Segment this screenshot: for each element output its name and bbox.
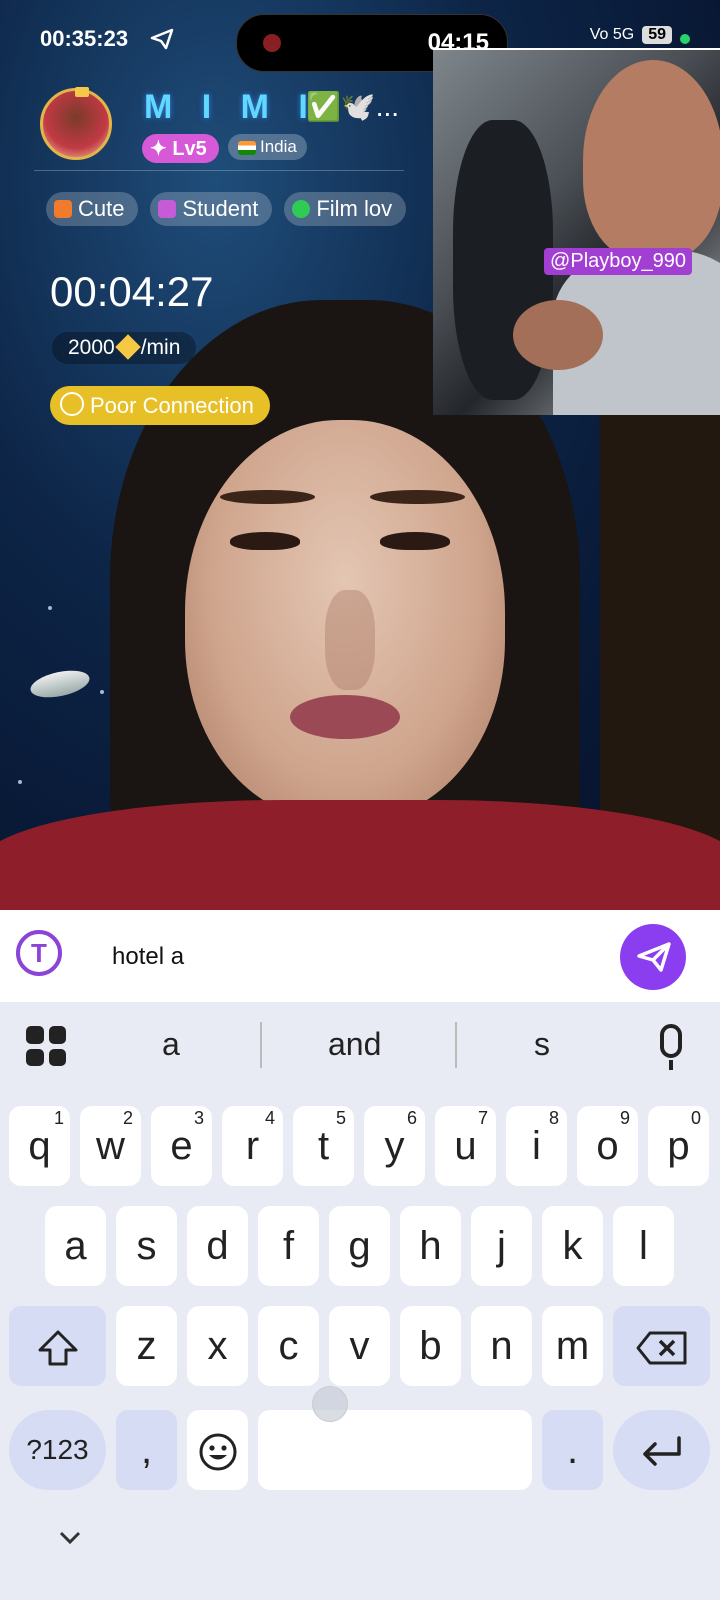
self-video-pip[interactable]: @Playboy_990 — [433, 48, 720, 415]
star-decoration — [100, 690, 104, 694]
battery-indicator: 59 — [642, 26, 672, 44]
star-decoration — [18, 780, 22, 784]
message-composer: T — [0, 910, 720, 1002]
apps-grid-icon[interactable] — [26, 1026, 66, 1066]
diamond-icon — [114, 334, 141, 360]
period-key[interactable]: . — [542, 1410, 603, 1490]
privacy-dot-icon — [680, 34, 690, 44]
backspace-key[interactable] — [613, 1306, 710, 1386]
key-v[interactable]: v — [329, 1306, 390, 1386]
paper-plane-icon — [637, 942, 671, 972]
key-d[interactable]: d — [187, 1206, 248, 1286]
tag-student: Student — [150, 192, 273, 226]
shift-icon — [38, 1330, 77, 1366]
key-p[interactable]: p0 — [648, 1106, 709, 1186]
watermark-username: @Playboy_990 — [544, 248, 692, 275]
key-x[interactable]: x — [187, 1306, 248, 1386]
key-e[interactable]: e3 — [151, 1106, 212, 1186]
suggestion-and[interactable]: and — [328, 1026, 381, 1063]
tag-cute: Cute — [46, 192, 139, 226]
name-emoji: ✅🕊️... — [306, 91, 400, 122]
message-input[interactable] — [110, 936, 574, 978]
student-icon — [158, 200, 177, 218]
globe-icon — [60, 392, 84, 416]
key-h[interactable]: h — [400, 1206, 461, 1286]
touch-indicator — [312, 1386, 348, 1422]
key-n[interactable]: n — [471, 1306, 532, 1386]
country-badge: India — [228, 134, 307, 160]
key-t[interactable]: t5 — [293, 1106, 354, 1186]
send-button[interactable] — [620, 924, 686, 990]
suggestion-s[interactable]: s — [534, 1026, 550, 1063]
key-o[interactable]: o9 — [577, 1106, 638, 1186]
key-a[interactable]: a — [45, 1206, 106, 1286]
symbols-key[interactable]: ?123 — [9, 1410, 106, 1490]
tag-film-lover: Film lov — [284, 192, 407, 226]
key-i[interactable]: i8 — [506, 1106, 567, 1186]
key-l[interactable]: l — [613, 1206, 674, 1286]
backspace-icon — [636, 1331, 686, 1365]
star-decoration — [48, 606, 52, 610]
key-g[interactable]: g — [329, 1206, 390, 1286]
comma-key[interactable]: , — [116, 1410, 177, 1490]
suggestion-strip: a and s — [0, 1002, 720, 1088]
key-s[interactable]: s — [116, 1206, 177, 1286]
key-k[interactable]: k — [542, 1206, 603, 1286]
system-icons: Vo 5G 59 — [590, 26, 690, 44]
clothing — [0, 800, 720, 910]
level-label: Lv5 — [172, 138, 207, 160]
telegram-icon — [150, 28, 174, 50]
key-z[interactable]: z — [116, 1306, 177, 1386]
key-q[interactable]: q1 — [9, 1106, 70, 1186]
record-dot-icon — [263, 34, 281, 52]
connection-label: Poor Connection — [90, 393, 254, 418]
network-label: Vo 5G — [589, 26, 635, 43]
key-r[interactable]: r4 — [222, 1106, 283, 1186]
enter-icon — [642, 1436, 681, 1467]
avatar[interactable] — [40, 87, 112, 160]
caller-name: M I M I — [144, 88, 318, 126]
country-label: India — [260, 137, 297, 156]
emoji-key[interactable] — [187, 1410, 248, 1490]
suggestion-a[interactable]: a — [162, 1026, 180, 1063]
key-u[interactable]: u7 — [435, 1106, 496, 1186]
key-f[interactable]: f — [258, 1206, 319, 1286]
caller-profile-card: M I M I ✅🕊️... ✦ Lv5 India Cute Student … — [34, 82, 409, 242]
rate-unit: /min — [140, 336, 181, 359]
key-y[interactable]: y6 — [364, 1106, 425, 1186]
translate-icon[interactable]: T — [16, 930, 62, 976]
divider — [34, 170, 404, 171]
key-w[interactable]: w2 — [80, 1106, 141, 1186]
india-flag-icon — [238, 140, 256, 155]
shift-key[interactable] — [9, 1306, 106, 1386]
key-c[interactable]: c — [258, 1306, 319, 1386]
rate-amount: 2000 — [68, 336, 115, 359]
connection-status-badge: Poor Connection — [50, 386, 270, 425]
level-badge: ✦ Lv5 — [142, 134, 219, 163]
ufo-decoration — [28, 666, 92, 702]
keyboard: a and s q1 w2 e3 r4 t5 y6 u7 i8 o9 p0 a … — [0, 1002, 720, 1600]
crown-icon — [75, 87, 89, 97]
interest-tags: Cute Student Film lov — [46, 192, 431, 226]
microphone-icon[interactable] — [660, 1024, 682, 1058]
key-m[interactable]: m — [542, 1306, 603, 1386]
call-timer: 00:04:27 — [50, 268, 214, 315]
clock: 00:35:23 — [40, 26, 129, 51]
key-b[interactable]: b — [400, 1306, 461, 1386]
enter-key[interactable] — [613, 1410, 710, 1490]
emoji-icon — [199, 1433, 236, 1471]
call-rate: 2000/min — [52, 332, 197, 364]
space-key[interactable] — [258, 1410, 532, 1490]
key-j[interactable]: j — [471, 1206, 532, 1286]
star-icon — [292, 200, 311, 218]
cute-icon — [54, 200, 72, 218]
chevron-down-icon[interactable] — [58, 1520, 82, 1552]
